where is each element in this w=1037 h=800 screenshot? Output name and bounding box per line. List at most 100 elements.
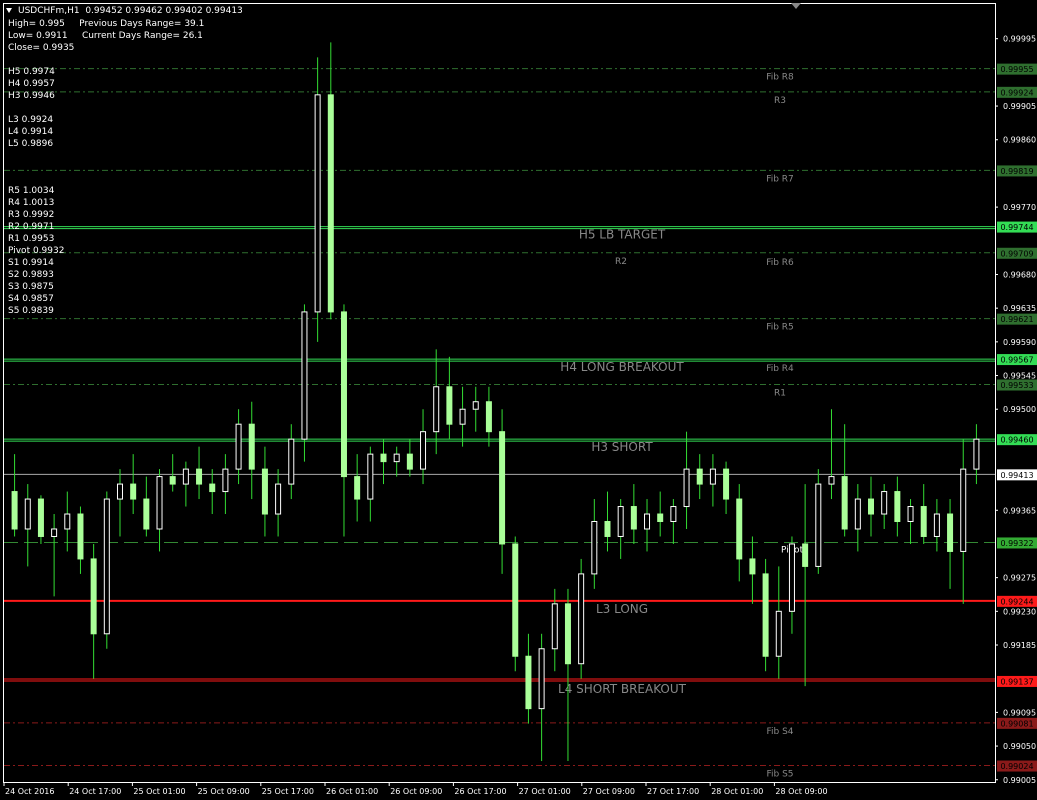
previous-range-label: Previous Days Range= 39.1 — [79, 19, 205, 29]
candle-body — [248, 423, 255, 470]
candle-body — [657, 513, 664, 523]
candle-body — [275, 483, 282, 515]
candle-body — [788, 543, 795, 612]
candle-body — [433, 386, 440, 433]
time-tick-label: 26 Oct 01:00 — [326, 787, 378, 796]
price-chart[interactable]: Fib R8 R3 Fib R7 H5 LB TARGET R2 Fib R5 H4 LON… — [0, 0, 1037, 800]
candle-body — [538, 648, 545, 710]
candle-body — [551, 603, 558, 650]
candle-body — [723, 468, 730, 500]
candle-body — [156, 476, 163, 530]
price-tick-label: 0.99275 — [1003, 574, 1036, 583]
price-tag-text: 0.99460 — [1000, 436, 1033, 445]
candle-body — [604, 521, 611, 537]
level-label: Fib R8 — [766, 73, 794, 83]
candle-body — [617, 506, 624, 537]
pivot-list-item: R4 1.0013 — [8, 198, 55, 208]
pivot-list-item: R1 0.9953 — [8, 234, 55, 244]
candle-body — [393, 453, 400, 463]
candle-body — [37, 498, 44, 537]
pivot-list-item: S3 0.9875 — [8, 282, 54, 292]
low-label: Low= 0.9911 — [8, 31, 68, 41]
price-tick-label: 0.99680 — [1003, 270, 1036, 279]
pivot-list-item: Pivot 0.9932 — [8, 246, 65, 256]
high-label: High= 0.995 — [8, 19, 65, 29]
candle-body — [644, 513, 651, 530]
level-label: Fib R5 — [766, 323, 794, 333]
candle-body — [841, 476, 848, 530]
pivot-list-item: S4 0.9857 — [8, 294, 54, 304]
candle-body — [762, 573, 769, 657]
candle-body — [354, 476, 361, 500]
camarilla-list-item: H3 0.9946 — [8, 91, 55, 101]
candle-body — [775, 610, 782, 657]
candle-body — [630, 506, 637, 530]
high-range-row: High= 0.995 Previous Days Range= 39.1 — [8, 19, 204, 29]
level-label: H5 LB TARGET — [579, 228, 666, 242]
candle-body — [64, 513, 71, 530]
candle-body — [51, 528, 58, 537]
candle-body — [894, 491, 901, 523]
chart-shift-marker-icon[interactable] — [791, 3, 801, 9]
candle-body — [314, 94, 321, 313]
price-tick-label: 0.99365 — [1003, 506, 1036, 515]
time-tick-label: 24 Oct 17:00 — [69, 787, 121, 796]
candle-body — [736, 498, 743, 560]
level-label: R1 — [774, 389, 786, 399]
pivot-list-item: R5 1.0034 — [8, 186, 55, 196]
camarilla-list-item: L5 0.9896 — [8, 139, 54, 149]
candle-body — [406, 453, 413, 470]
candle-body — [512, 543, 519, 657]
time-tick-label: 27 Oct 17:00 — [647, 787, 699, 796]
pivot-list-item: R3 0.9992 — [8, 210, 55, 220]
level-label: H3 SHORT — [591, 440, 653, 454]
low-range-row: Low= 0.9911 Current Days Range= 26.1 — [8, 31, 203, 41]
price-tick-label: 0.99545 — [1003, 372, 1036, 381]
price-tick-label: 0.99770 — [1003, 203, 1036, 212]
level-label: L4 SHORT BREAKOUT — [558, 682, 687, 696]
price-tag-text: 0.99533 — [1000, 381, 1033, 390]
camarilla-list-item: L4 0.9914 — [8, 127, 54, 137]
candle-body — [815, 483, 822, 567]
chart-menu-caret-icon[interactable] — [6, 8, 12, 13]
candle-body — [828, 476, 835, 485]
candle-body — [77, 513, 84, 560]
candle-body — [301, 311, 308, 440]
price-tag-text: 0.99024 — [1000, 762, 1033, 771]
price-tag-text: 0.99244 — [1000, 597, 1033, 606]
time-tick-label: 26 Oct 09:00 — [390, 787, 442, 796]
level-label: Fib R4 — [766, 364, 794, 374]
candle-body — [920, 506, 927, 537]
time-tick-label: 25 Oct 17:00 — [262, 787, 314, 796]
candle-body — [209, 483, 216, 493]
candle-body — [802, 543, 809, 567]
candle-body — [90, 558, 97, 635]
candle-body — [472, 401, 479, 410]
price-tick-label: 0.99500 — [1003, 405, 1036, 414]
close-label: Close= 0.9935 — [8, 43, 75, 53]
candle-body — [709, 468, 716, 485]
level-label: Fib R7 — [766, 174, 794, 184]
price-tick-label: 0.99905 — [1003, 102, 1036, 111]
time-tick-label: 27 Oct 09:00 — [583, 787, 635, 796]
candle-body — [749, 558, 756, 575]
price-tag-text: 0.99955 — [1000, 65, 1033, 74]
level-lines: Fib R8 R3 Fib R7 H5 LB TARGET R2 Fib R5 H4 LON… — [4, 68, 995, 780]
price-tag-text: 0.99081 — [1000, 719, 1033, 728]
time-axis: 24 Oct 2016 24 Oct 17:00 25 Oct 01:00 25 Oc… — [3, 782, 828, 796]
candle-body — [130, 483, 137, 500]
level-label: R2 — [615, 257, 627, 267]
candle-body — [499, 431, 506, 545]
candle-body — [446, 386, 453, 425]
candle-body — [683, 468, 690, 508]
candle-body — [340, 311, 347, 478]
time-tick-label: 26 Oct 17:00 — [454, 787, 506, 796]
candle-body — [960, 468, 967, 552]
candle-body — [459, 408, 466, 425]
candle-body — [367, 453, 374, 500]
price-tag-text: 0.99819 — [1000, 167, 1033, 176]
pivot-list-item: R2 0.9971 — [8, 222, 55, 232]
candle-body — [143, 498, 150, 530]
camarilla-list-item: H5 0.9974 — [8, 67, 55, 77]
candle-body — [24, 498, 31, 530]
